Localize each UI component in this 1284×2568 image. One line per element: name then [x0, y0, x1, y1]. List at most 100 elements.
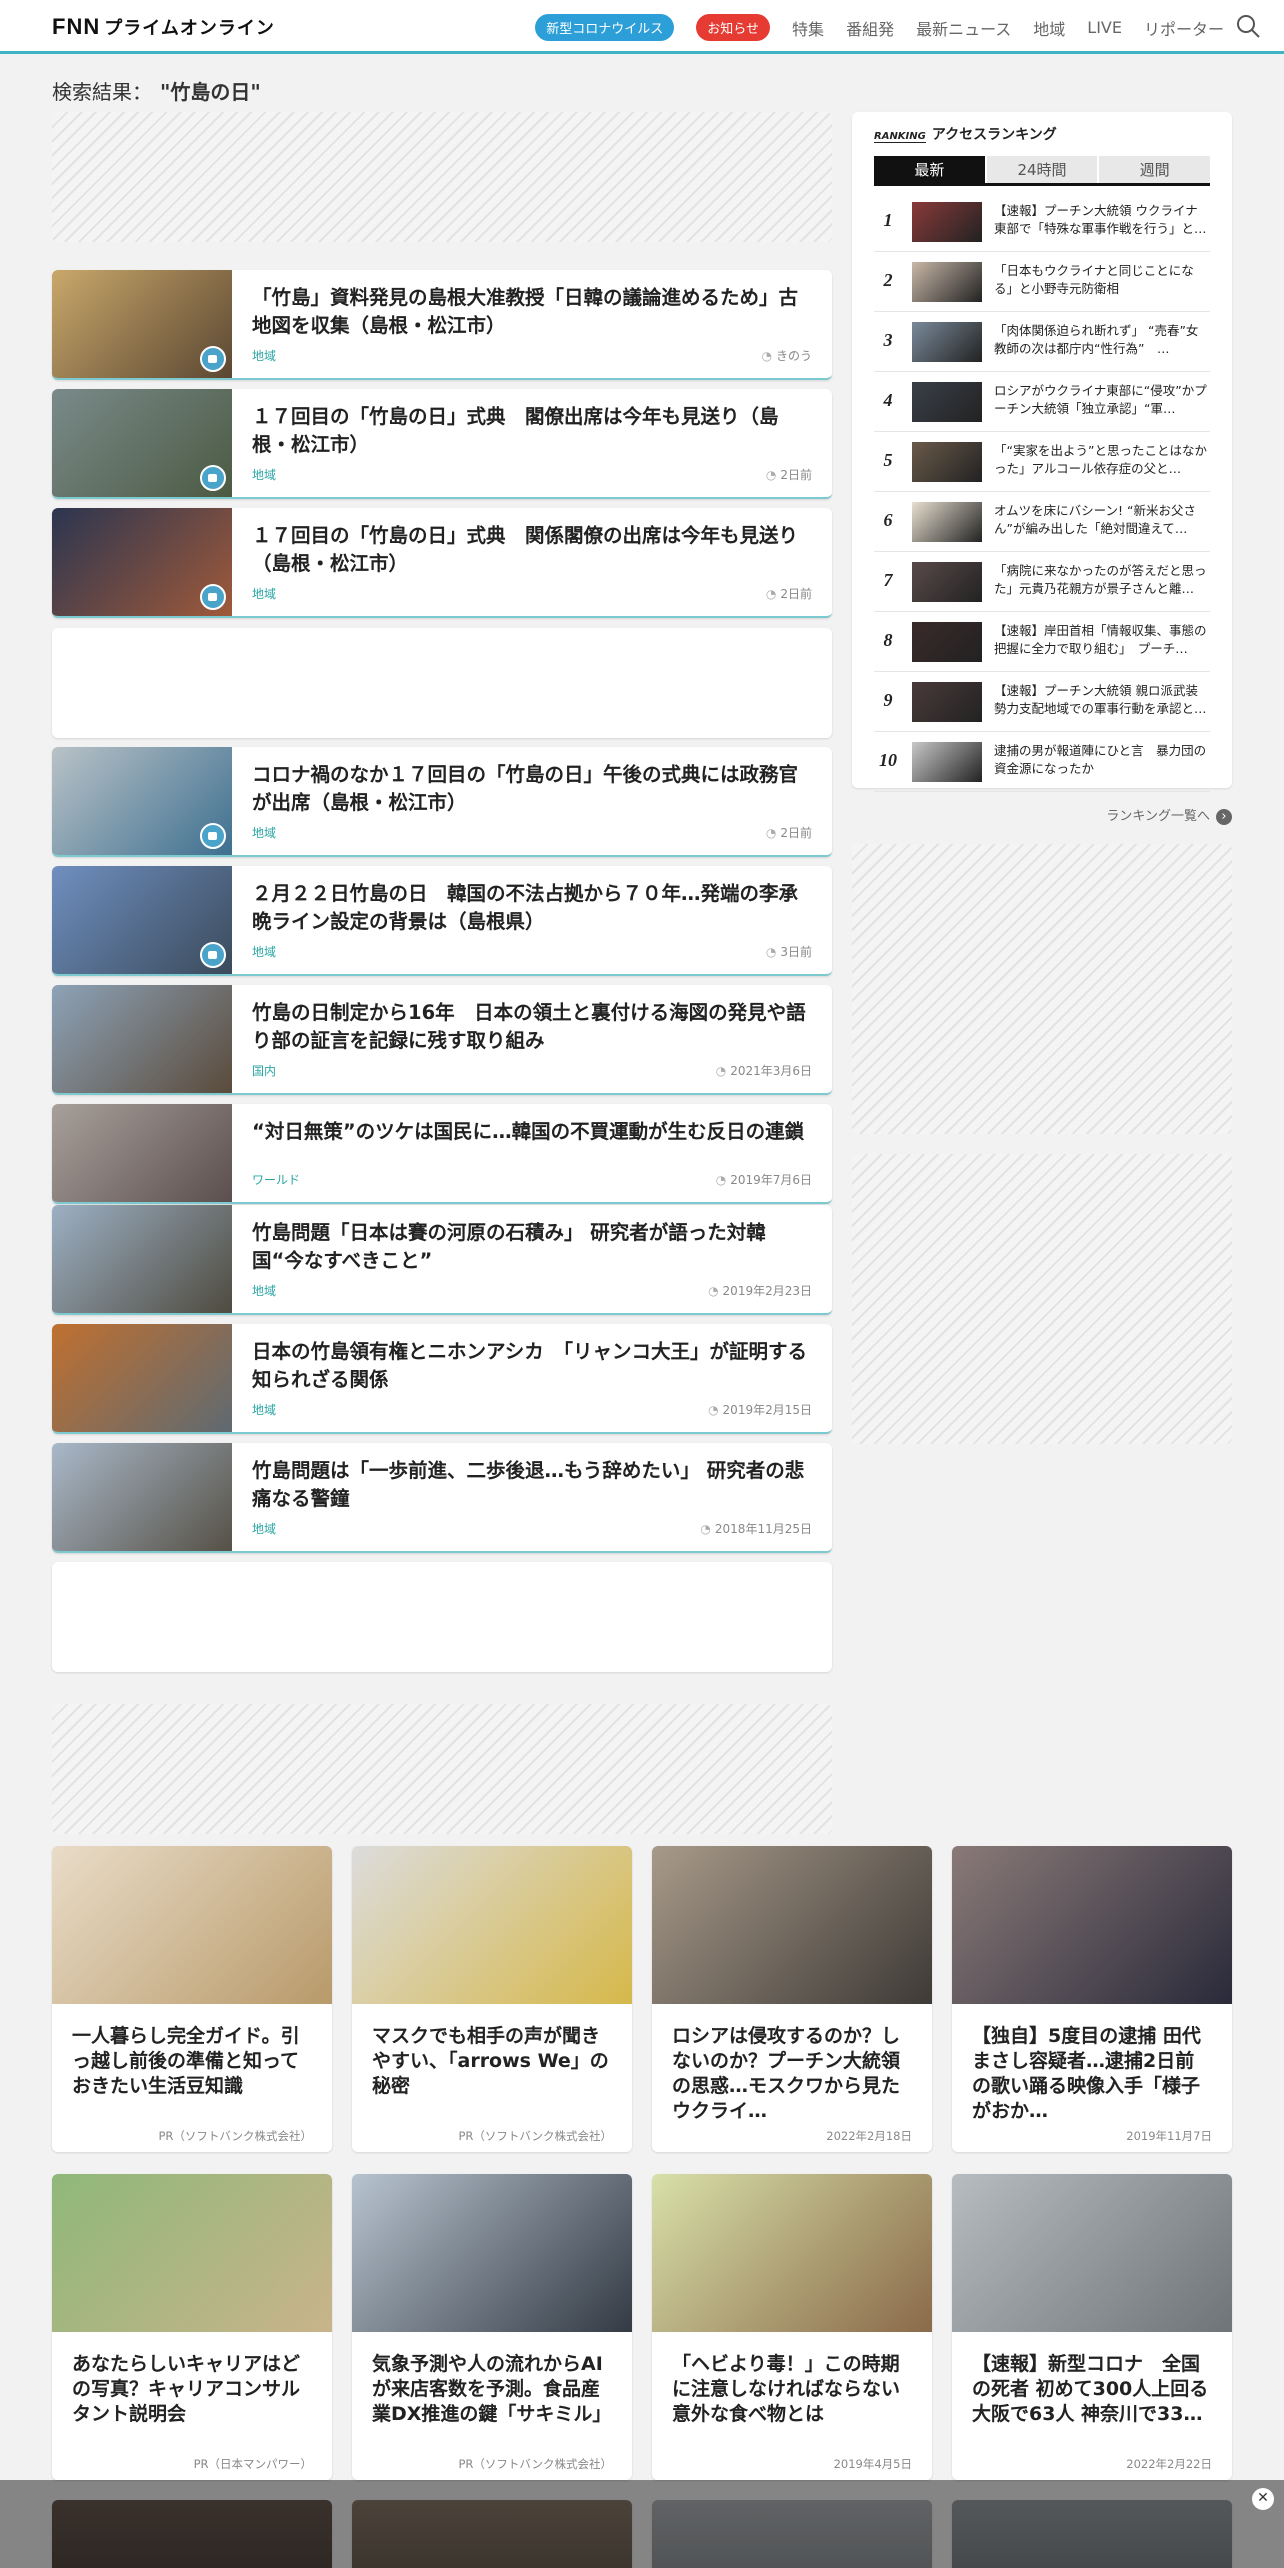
tab-24h[interactable]: 24時間: [986, 156, 1098, 183]
article-card[interactable]: ２月２２日竹島の日 韓国の不法占拠から７０年…発端の李承晩ライン設定の背景は（島…: [52, 866, 832, 976]
article-title[interactable]: 「竹島」資料発見の島根大准教授「日韓の議論進めるため」古地図を収集（島根・松江市…: [252, 284, 812, 340]
ranking-item[interactable]: 2 「日本もウクライナと同じことになる」と小野寺元防衛相: [874, 252, 1210, 312]
article-title[interactable]: １７回目の「竹島の日」式典 閣僚出席は今年も見送り（島根・松江市）: [252, 403, 812, 459]
article-category[interactable]: 地域: [252, 943, 276, 960]
nav-item-features[interactable]: 特集: [792, 16, 824, 40]
ranking-thumbnail[interactable]: [912, 682, 982, 722]
article-title[interactable]: “対日無策”のツケは国民に…韓国の不買運動が生む反日の連鎖: [252, 1118, 812, 1146]
article-card[interactable]: “対日無策”のツケは国民に…韓国の不買運動が生む反日の連鎖ワールド 2019年7月…: [52, 1104, 832, 1204]
pr-title[interactable]: 一人暮らし完全ガイド。引っ越し前後の準備と知っておきたい生活豆知識: [72, 2024, 312, 2099]
ranking-title[interactable]: オムツを床にバシーン! “新米お父さん”が編み出した「絶対間違えて…: [994, 502, 1210, 542]
ranking-title[interactable]: 「日本もウクライナと同じことになる」と小野寺元防衛相: [994, 262, 1210, 302]
notice-pill-link[interactable]: お知らせ: [696, 14, 771, 41]
ranking-thumbnail[interactable]: [912, 322, 982, 362]
ranking-item[interactable]: 7 「病院に来なかったのが答えだと思った」元貴乃花親方が景子さんと離…: [874, 552, 1210, 612]
nav-item-live[interactable]: LIVE: [1087, 18, 1122, 37]
pr-image[interactable]: [52, 1846, 332, 2004]
article-category[interactable]: 地域: [252, 824, 276, 841]
article-card[interactable]: 竹島問題は「一歩前進、二歩後退…もう辞めたい」 研究者の悲痛なる警鐘地域 2018…: [52, 1443, 832, 1553]
ranking-thumbnail[interactable]: [912, 502, 982, 542]
article-title[interactable]: 竹島問題は「一歩前進、二歩後退…もう辞めたい」 研究者の悲痛なる警鐘: [252, 1457, 812, 1513]
pr-title[interactable]: 【速報】新型コロナ 全国の死者 初めて300人上回る 大阪で63人 神奈川で33…: [972, 2352, 1212, 2427]
article-title[interactable]: コロナ禍のなか１７回目の「竹島の日」午後の式典には政務官が出席（島根・松江市）: [252, 761, 812, 817]
article-card[interactable]: １７回目の「竹島の日」式典 閣僚出席は今年も見送り（島根・松江市） 地域 2日前: [52, 389, 832, 499]
article-title[interactable]: 竹島の日制定から16年 日本の領土と裏付ける海図の発見や語り部の証言を記録に残す…: [252, 999, 812, 1055]
pr-image[interactable]: [952, 1846, 1232, 2004]
pr-title[interactable]: マスクでも相手の声が聞きやすい、「arrows We」の秘密: [372, 2024, 612, 2099]
article-category[interactable]: 地域: [252, 347, 276, 364]
article-category[interactable]: 地域: [252, 1520, 276, 1537]
article-thumbnail[interactable]: [52, 1443, 232, 1551]
ranking-item[interactable]: 8 【速報】岸田首相「情報収集、事態の把握に全力で取り組む」 プーチ…: [874, 612, 1210, 672]
article-thumbnail[interactable]: [52, 1324, 232, 1432]
nav-item-latest-news[interactable]: 最新ニュース: [916, 16, 1011, 40]
article-thumbnail[interactable]: [52, 389, 232, 497]
article-card[interactable]: 「竹島」資料発見の島根大准教授「日韓の議論進めるため」古地図を収集（島根・松江市…: [52, 270, 832, 380]
nav-item-reporter[interactable]: リポーター: [1144, 16, 1224, 40]
pr-image[interactable]: [52, 2174, 332, 2332]
close-icon[interactable]: ✕: [1252, 2488, 1274, 2510]
tab-latest[interactable]: 最新: [874, 156, 985, 183]
ranking-title[interactable]: 「肉体関係迫られ断れず」 “売春”女教師の次は都庁内“性行為” …: [994, 322, 1210, 362]
pr-image[interactable]: [352, 1846, 632, 2004]
ranking-title[interactable]: 【速報】プーチン大統領 ウクライナ東部で「特殊な軍事作戦を行う」と…: [994, 202, 1210, 242]
pr-card[interactable]: マスクでも相手の声が聞きやすい、「arrows We」の秘密 PR（ソフトバンク株…: [352, 1846, 632, 2152]
ranking-title[interactable]: 【速報】岸田首相「情報収集、事態の把握に全力で取り組む」 プーチ…: [994, 622, 1210, 662]
nav-item-region[interactable]: 地域: [1033, 16, 1065, 40]
ranking-more-link[interactable]: ランキング一覧へ: [1106, 805, 1232, 825]
ranking-thumbnail[interactable]: [912, 382, 982, 422]
ranking-title[interactable]: 逮捕の男が報道陣にひと言 暴力団の資金源になったか: [994, 742, 1210, 782]
pr-title[interactable]: 「ヘビより毒！」この時期に注意しなければならない意外な食べ物とは: [672, 2352, 912, 2427]
ranking-item[interactable]: 9 【速報】プーチン大統領 親ロ派武装勢力支配地域での軍事行動を承認と…: [874, 672, 1210, 732]
pr-image[interactable]: [952, 2174, 1232, 2332]
search-icon[interactable]: [1234, 12, 1262, 40]
article-card[interactable]: 日本の竹島領有権とニホンアシカ 「リャンコ大王」が証明する知られざる関係地域 20…: [52, 1324, 832, 1434]
ranking-title[interactable]: 【速報】プーチン大統領 親ロ派武装勢力支配地域での軍事行動を承認と…: [994, 682, 1210, 722]
article-card[interactable]: 竹島の日制定から16年 日本の領土と裏付ける海図の発見や語り部の証言を記録に残す…: [52, 985, 832, 1095]
pr-image[interactable]: [652, 2174, 932, 2332]
pr-card[interactable]: 「ヘビより毒！」この時期に注意しなければならない意外な食べ物とは 2019年4月5…: [652, 2174, 932, 2480]
ranking-title[interactable]: ロシアがウクライナ東部に“侵攻”かプーチン大統領「独立承認」“軍…: [994, 382, 1210, 422]
ranking-title[interactable]: 「“実家を出よう”と思ったことはなかった」アルコール依存症の父と…: [994, 442, 1210, 482]
ranking-item[interactable]: 10 逮捕の男が報道陣にひと言 暴力団の資金源になったか: [874, 732, 1210, 792]
article-thumbnail[interactable]: [52, 985, 232, 1093]
pr-title[interactable]: 気象予測や人の流れからAIが来店客数を予測。食品産業DX推進の鍵「サキミル」: [372, 2352, 612, 2427]
pr-card[interactable]: 一人暮らし完全ガイド。引っ越し前後の準備と知っておきたい生活豆知識 PR（ソフトバ…: [52, 1846, 332, 2152]
article-thumbnail[interactable]: [52, 270, 232, 378]
article-category[interactable]: 地域: [252, 466, 276, 483]
ranking-thumbnail[interactable]: [912, 202, 982, 242]
ranking-thumbnail[interactable]: [912, 442, 982, 482]
article-thumbnail[interactable]: [52, 1104, 232, 1202]
ranking-thumbnail[interactable]: [912, 742, 982, 782]
ranking-title[interactable]: 「病院に来なかったのが答えだと思った」元貴乃花親方が景子さんと離…: [994, 562, 1210, 602]
pr-image[interactable]: [652, 1846, 932, 2004]
ranking-item[interactable]: 1 【速報】プーチン大統領 ウクライナ東部で「特殊な軍事作戦を行う」と…: [874, 192, 1210, 252]
ranking-thumbnail[interactable]: [912, 622, 982, 662]
pr-title[interactable]: あなたらしいキャリアはどの写真？キャリアコンサルタント説明会: [72, 2352, 312, 2427]
pr-card[interactable]: 【速報】新型コロナ 全国の死者 初めて300人上回る 大阪で63人 神奈川で33…: [952, 2174, 1232, 2480]
article-thumbnail[interactable]: [52, 866, 232, 974]
article-thumbnail[interactable]: [52, 1205, 232, 1313]
pr-title[interactable]: 【独自】5度目の逮捕 田代まさし容疑者…逮捕2日前の歌い踊る映像入手「様子がおか…: [972, 2024, 1212, 2124]
article-title[interactable]: １７回目の「竹島の日」式典 関係閣僚の出席は今年も見送り（島根・松江市）: [252, 522, 812, 578]
ranking-item[interactable]: 5 「“実家を出よう”と思ったことはなかった」アルコール依存症の父と…: [874, 432, 1210, 492]
fnn-logo[interactable]: FNN プライムオンライン: [52, 14, 275, 40]
article-card[interactable]: 竹島問題「日本は賽の河原の石積み」 研究者が語った対韓国“今なすべきこと” 地域 2…: [52, 1205, 832, 1315]
article-category[interactable]: 地域: [252, 1401, 276, 1418]
article-thumbnail[interactable]: [52, 747, 232, 855]
pr-card[interactable]: あなたらしいキャリアはどの写真？キャリアコンサルタント説明会 PR（日本マンパワー…: [52, 2174, 332, 2480]
article-title[interactable]: 竹島問題「日本は賽の河原の石積み」 研究者が語った対韓国“今なすべきこと”: [252, 1219, 812, 1275]
ranking-thumbnail[interactable]: [912, 262, 982, 302]
corona-pill-link[interactable]: 新型コロナウイルス: [535, 14, 675, 41]
ranking-item[interactable]: 6 オムツを床にバシーン! “新米お父さん”が編み出した「絶対間違えて…: [874, 492, 1210, 552]
pr-card[interactable]: 【独自】5度目の逮捕 田代まさし容疑者…逮捕2日前の歌い踊る映像入手「様子がおか…: [952, 1846, 1232, 2152]
article-card[interactable]: １７回目の「竹島の日」式典 関係閣僚の出席は今年も見送り（島根・松江市） 地域 2日…: [52, 508, 832, 618]
tab-weekly[interactable]: 週間: [1099, 156, 1211, 183]
ranking-item[interactable]: 3 「肉体関係迫られ断れず」 “売春”女教師の次は都庁内“性行為” …: [874, 312, 1210, 372]
pr-card[interactable]: ロシアは侵攻するのか？しないのか？プーチン大統領の思惑…モスクワから見たウクライ…: [652, 1846, 932, 2152]
ranking-item[interactable]: 4 ロシアがウクライナ東部に“侵攻”かプーチン大統領「独立承認」“軍…: [874, 372, 1210, 432]
article-title[interactable]: 日本の竹島領有権とニホンアシカ 「リャンコ大王」が証明する知られざる関係: [252, 1338, 812, 1394]
pr-title[interactable]: ロシアは侵攻するのか？しないのか？プーチン大統領の思惑…モスクワから見たウクライ…: [672, 2024, 912, 2124]
article-title[interactable]: ２月２２日竹島の日 韓国の不法占拠から７０年…発端の李承晩ライン設定の背景は（島…: [252, 880, 812, 936]
article-category[interactable]: 国内: [252, 1062, 276, 1079]
